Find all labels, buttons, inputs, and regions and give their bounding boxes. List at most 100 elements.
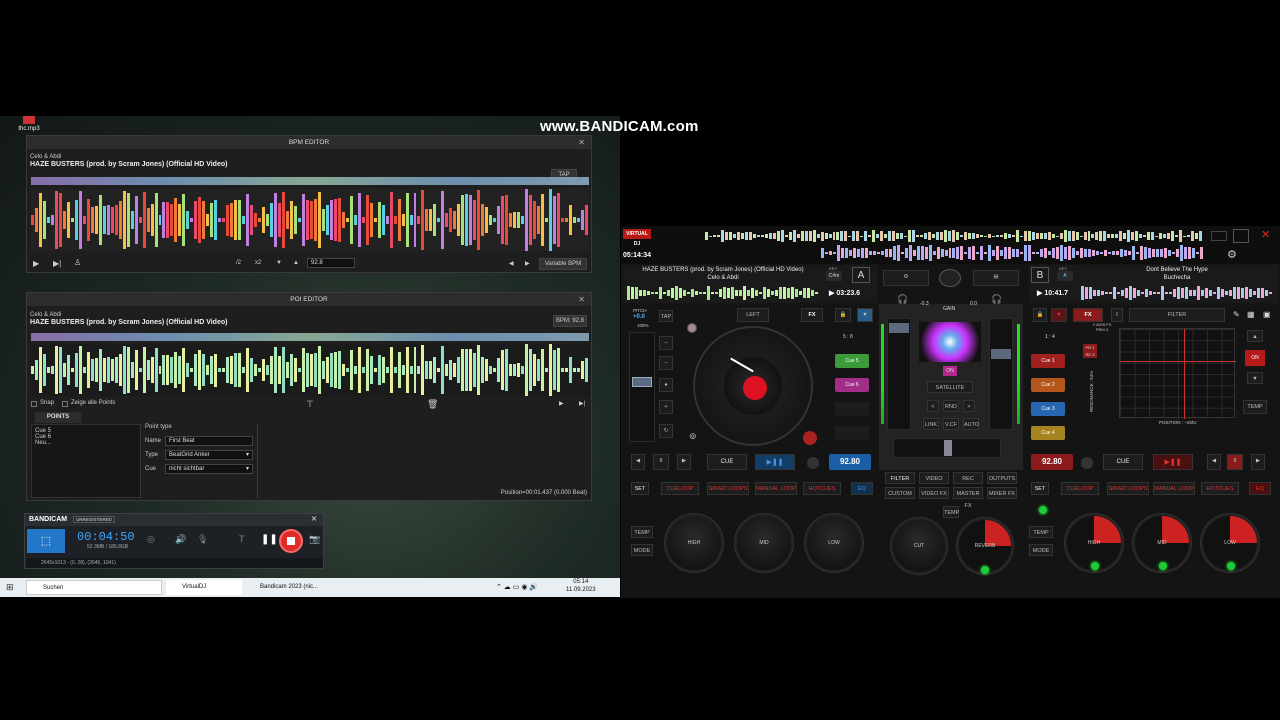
hotcue-pad-3[interactable]: Cue 3 <box>1031 402 1065 416</box>
tab-cueloop[interactable]: CUELOOP <box>1061 482 1099 495</box>
waveform-top-right[interactable] <box>821 245 1203 261</box>
stop-record-button[interactable] <box>279 529 303 553</box>
eq-high-knob[interactable]: HIGH <box>665 514 723 572</box>
prev-effect-icon[interactable]: < <box>927 400 939 412</box>
minimize-icon[interactable] <box>1211 231 1227 241</box>
pitch-slider[interactable] <box>629 332 655 442</box>
fx-button[interactable]: FX <box>801 308 823 322</box>
jog-wheel[interactable] <box>693 326 813 446</box>
eq-mid-knob[interactable]: MID <box>735 514 793 572</box>
tray-icons[interactable]: ⌃ ☁ ▭ ◉ 🔊 <box>496 580 538 595</box>
show-all-checkbox[interactable] <box>62 401 68 407</box>
rnd-button[interactable]: RND <box>943 400 959 412</box>
tab-eq[interactable]: EQ <box>1249 482 1271 495</box>
loop-left-arrow[interactable]: ◀ <box>631 454 645 470</box>
fx-preset-button[interactable]: PR 2 RE 3 <box>1083 344 1097 358</box>
edit-icon[interactable]: ✎ <box>1233 310 1240 319</box>
vcf-button[interactable]: V.CF <box>943 418 959 430</box>
play-icon[interactable]: ▶ <box>33 259 39 268</box>
down-arrow-icon[interactable]: ▼ <box>276 260 282 266</box>
metronome-icon[interactable]: ♙ <box>74 258 81 267</box>
mode-button[interactable]: MODE <box>631 544 653 556</box>
bpm-waveform[interactable] <box>31 189 589 251</box>
close-icon[interactable]: ✕ <box>311 514 317 526</box>
sync-button[interactable] <box>1081 457 1093 469</box>
link-button[interactable]: LINK <box>923 418 939 430</box>
maximize-icon[interactable] <box>1233 229 1249 243</box>
plus-icon[interactable]: + <box>659 400 673 414</box>
channel-b-volume[interactable] <box>989 318 1013 430</box>
play-icon[interactable]: ▶ <box>559 400 564 407</box>
tab-saved-loops[interactable]: SAVED LOOPS <box>707 482 749 495</box>
tab-eq[interactable]: EQ <box>851 482 873 495</box>
tab-cueloop[interactable]: CUELOOP <box>661 482 699 495</box>
marker-icon[interactable]: ⊤ <box>306 399 314 410</box>
temp-button[interactable]: TEMP <box>1243 400 1267 414</box>
speaker-icon[interactable]: 🔊 <box>175 534 186 545</box>
lock-icon[interactable]: 🔒 <box>835 308 851 322</box>
tab-outputs[interactable]: OUTPUTS <box>987 472 1017 484</box>
filter-cut-knob[interactable]: CUT <box>891 518 947 574</box>
tab-filter[interactable]: FILTER <box>885 472 915 484</box>
filter-select[interactable]: FILTER <box>1129 308 1225 322</box>
video-preview[interactable] <box>919 322 981 362</box>
tab-manual-loop[interactable]: MANUAL LOOP <box>1153 482 1195 495</box>
poi-waveform[interactable] <box>31 344 589 396</box>
text-icon[interactable]: T <box>239 534 245 544</box>
video-on-button[interactable]: ON <box>943 366 957 376</box>
skip-icon[interactable]: ▶| <box>579 400 585 407</box>
cue-button[interactable]: CUE <box>707 454 747 470</box>
skip-icon[interactable]: ▶| <box>53 259 61 268</box>
type-select[interactable]: BeatGrid Anker ▾ <box>165 450 253 460</box>
screen-mode-button[interactable]: ⬚ <box>27 529 65 553</box>
hotcue-pad-empty[interactable] <box>835 402 869 416</box>
taskbar-app-bandicam[interactable]: Bandicam 2023 (nic... <box>244 580 324 595</box>
sampler-icon[interactable]: ▤ <box>973 270 1019 286</box>
deck-b-mini-waveform[interactable] <box>1081 286 1275 300</box>
cue-record-icon[interactable] <box>803 431 817 445</box>
temp-button[interactable]: TEMP <box>631 526 653 538</box>
sync-icon[interactable]: ↻ <box>659 424 673 438</box>
close-icon[interactable]: ✕ <box>578 136 585 149</box>
sampler-icon[interactable]: ▦ <box>1247 310 1255 319</box>
tab-hotcues[interactable]: HOTCUES <box>803 482 841 495</box>
hotcue-pad-2[interactable]: Cue 2 <box>1031 378 1065 392</box>
points-list[interactable]: Cue 5 Cue 6 Neu... <box>31 424 141 498</box>
loop-left-arrow[interactable]: ◀ <box>1207 454 1221 470</box>
windows-start-icon[interactable]: ⊞ <box>6 580 14 595</box>
search-box[interactable]: Suchen <box>26 580 162 595</box>
fx-button[interactable]: FX <box>1073 308 1103 322</box>
tab-hotcues[interactable]: HOTCUES <box>1201 482 1239 495</box>
record-icon[interactable]: ⊚ <box>689 431 697 442</box>
trash-icon[interactable]: 🗑 <box>427 399 438 410</box>
next-effect-icon[interactable]: > <box>963 400 975 412</box>
auto-button[interactable]: AUTO <box>963 418 979 430</box>
up-arrow-icon[interactable]: ▲ <box>293 260 299 266</box>
pitch-slider-handle[interactable] <box>632 377 652 387</box>
tab-rec[interactable]: REC <box>953 472 983 484</box>
xy-pad[interactable] <box>1119 328 1236 419</box>
taskbar-app-virtualdj[interactable]: VirtualDJ <box>166 580 242 595</box>
hotcue-pad-4[interactable]: Cue 4 <box>1031 426 1065 440</box>
temp-button[interactable]: TEMP <box>1029 526 1053 538</box>
tab-video[interactable]: VIDEO <box>919 472 949 484</box>
cue-select[interactable]: nicht sichtbar ▾ <box>165 464 253 474</box>
mode-button[interactable]: MODE <box>1029 544 1053 556</box>
deck-a-letter[interactable]: A <box>852 267 870 283</box>
hotcue-pad-1[interactable]: Cue 1 <box>1031 354 1065 368</box>
crossfader-handle[interactable] <box>944 440 952 456</box>
deck-b-letter[interactable]: B <box>1031 267 1049 283</box>
save-icon[interactable]: ▣ <box>1263 310 1271 319</box>
mic-icon[interactable]: 🎙 <box>197 534 208 545</box>
minus-icon[interactable]: − <box>659 336 673 350</box>
mixer-tools-icon[interactable]: ⚙ <box>883 270 929 286</box>
hotcue-pad-empty[interactable] <box>835 426 869 440</box>
prev-icon[interactable]: ◀ <box>509 260 514 267</box>
eq-low-knob[interactable]: LOW <box>805 514 863 572</box>
set-button[interactable]: SET <box>631 482 649 495</box>
loop-size[interactable]: 8 <box>653 454 669 470</box>
headphones-icon[interactable]: 🎧 <box>991 294 1002 305</box>
up-arrow-icon[interactable]: ▲ <box>1247 330 1263 342</box>
satellite-button[interactable]: SATELLITE <box>927 381 973 393</box>
camera-icon[interactable]: 📷 <box>309 534 320 545</box>
